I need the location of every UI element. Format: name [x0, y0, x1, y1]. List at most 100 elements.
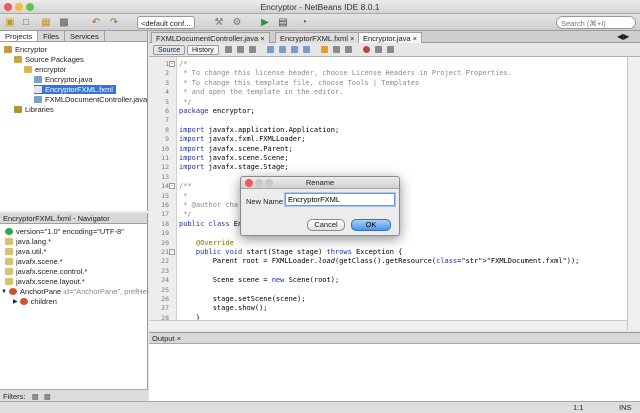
- tab-projects[interactable]: Projects: [0, 31, 39, 41]
- new-file-icon[interactable]: □: [20, 16, 32, 29]
- code-line: import javafx.fxml.FXMLLoader;: [179, 135, 306, 144]
- navigator-item[interactable]: javafx.scene.*: [5, 257, 63, 266]
- import-icon: [5, 248, 13, 255]
- save-all-icon[interactable]: ▩: [58, 16, 70, 29]
- element-icon: [8, 288, 17, 295]
- tree-item-project[interactable]: Encryptor: [4, 45, 47, 54]
- profile-icon[interactable]: ◔: [298, 16, 310, 29]
- line-number: 18: [161, 219, 169, 228]
- tab-encryptorfxml[interactable]: EncryptorFXML.fxml ×: [275, 32, 360, 43]
- code-line: import javafx.scene.Parent;: [179, 144, 293, 153]
- projects-panel: Projects Files Services Encryptor Source…: [0, 31, 148, 211]
- editor-tabs: FXMLDocumentController.java × EncryptorF…: [149, 31, 640, 43]
- tree-item-fxml-file[interactable]: EncryptorFXML.fxml: [34, 85, 116, 94]
- uncomment-icon[interactable]: [387, 46, 394, 53]
- insert-mode: INS: [619, 403, 632, 412]
- code-line: public void start(Stage stage) throws Ex…: [195, 248, 403, 256]
- expand-arrow-icon[interactable]: ▶: [13, 298, 18, 305]
- tree-item-libraries[interactable]: Libraries: [14, 105, 54, 114]
- line-number: 15: [161, 191, 169, 200]
- fold-icon[interactable]: -: [169, 61, 175, 67]
- code-line: * and open the template in the editor.: [179, 88, 344, 97]
- shift-right-icon[interactable]: [345, 46, 352, 53]
- output-panel: Output ×: [149, 332, 640, 401]
- forward-icon[interactable]: [249, 46, 256, 53]
- open-project-icon[interactable]: ▦: [40, 16, 52, 29]
- line-number: 12: [161, 163, 169, 172]
- tree-item-source-packages[interactable]: Source Packages: [14, 55, 84, 64]
- line-number: 10: [161, 144, 169, 153]
- close-tab-icon[interactable]: ×: [260, 34, 264, 43]
- package-icon: [24, 66, 32, 73]
- configuration-select[interactable]: <default conf...: [137, 16, 195, 29]
- editor-vertical-scrollbar[interactable]: [627, 57, 640, 330]
- tree-item-package[interactable]: encryptor: [24, 65, 66, 74]
- run-icon[interactable]: ▶: [259, 16, 271, 29]
- filter-icon[interactable]: ▩: [44, 392, 51, 401]
- tab-fxmldocumentcontroller[interactable]: FXMLDocumentController.java ×: [151, 32, 270, 43]
- navigator-item[interactable]: javafx.scene.control.*: [5, 267, 87, 276]
- close-panel-icon[interactable]: ×: [177, 334, 181, 343]
- debug-icon[interactable]: ▤: [277, 16, 289, 29]
- output-title: Output ×: [149, 333, 640, 344]
- back-icon[interactable]: [237, 46, 244, 53]
- cancel-button[interactable]: Cancel: [307, 219, 345, 231]
- import-icon: [5, 278, 13, 285]
- library-icon: [14, 106, 22, 113]
- history-button[interactable]: History: [187, 45, 219, 55]
- line-number: 4: [165, 88, 169, 97]
- code-line: import javafx.scene.Scene;: [179, 154, 289, 162]
- code-line: * To change this template file, choose T…: [179, 78, 420, 87]
- line-number: 14: [161, 182, 169, 191]
- find-previous-icon[interactable]: [279, 46, 286, 53]
- code-line: @Override: [195, 238, 234, 247]
- line-number: 8: [165, 125, 169, 134]
- new-project-icon[interactable]: ▣: [4, 16, 16, 29]
- tab-services[interactable]: Services: [65, 31, 105, 41]
- comment-icon[interactable]: [375, 46, 382, 53]
- navigator-item[interactable]: javafx.scene.layout.*: [5, 277, 85, 286]
- line-number: 2: [165, 69, 169, 78]
- clean-build-icon[interactable]: ⚙: [231, 16, 243, 29]
- redo-icon[interactable]: ↷: [108, 16, 120, 29]
- shift-left-icon[interactable]: [333, 46, 340, 53]
- last-edit-icon[interactable]: [225, 46, 232, 53]
- code-line: Parent root = FXMLLoader.load(getClass()…: [179, 257, 580, 266]
- tab-files[interactable]: Files: [38, 31, 65, 41]
- toggle-highlight-icon[interactable]: [303, 46, 310, 53]
- dialog-close-icon[interactable]: [245, 179, 253, 187]
- project-icon: [4, 46, 12, 53]
- navigator-item-anchorpane[interactable]: ▼ AnchorPane id="AnchorPane", prefHeight: [1, 287, 159, 296]
- tab-scroll-icon[interactable]: ◀▶: [617, 32, 629, 41]
- navigator-item[interactable]: version="1.0" encoding="UTF-8": [5, 227, 124, 236]
- navigator-item-children[interactable]: ▶ children: [13, 297, 57, 306]
- navigator-item[interactable]: java.util.*: [5, 247, 46, 256]
- toggle-bookmark-icon[interactable]: [321, 46, 328, 53]
- search-input[interactable]: Search (⌘+I): [556, 16, 636, 29]
- build-icon[interactable]: ⚒: [213, 16, 225, 29]
- tree-item-java-file[interactable]: Encryptor.java: [34, 75, 93, 84]
- navigator-item[interactable]: java.lang.*: [5, 237, 51, 246]
- tree-item-controller-file[interactable]: FXMLDocumentController.java: [34, 95, 147, 104]
- stop-macro-icon[interactable]: [363, 46, 370, 53]
- line-number: 5: [165, 97, 169, 106]
- source-button[interactable]: Source: [153, 45, 186, 55]
- line-number: 23: [161, 266, 169, 275]
- find-next-icon[interactable]: [291, 46, 298, 53]
- collapse-arrow-icon[interactable]: ▼: [1, 289, 7, 295]
- fold-icon[interactable]: -: [169, 249, 175, 255]
- line-number: 11: [161, 154, 169, 162]
- line-number: 26: [161, 295, 169, 303]
- filter-icon[interactable]: ▩: [32, 392, 39, 401]
- new-name-field[interactable]: [285, 193, 395, 206]
- projects-panel-tabs: Projects Files Services: [0, 31, 147, 42]
- fold-icon[interactable]: -: [169, 183, 175, 190]
- editor-toolbar: Source History: [149, 43, 640, 57]
- close-tab-icon[interactable]: ×: [413, 34, 417, 43]
- close-tab-icon[interactable]: ×: [350, 34, 354, 43]
- tab-encryptor-java[interactable]: Encryptor.java ×: [358, 32, 423, 43]
- find-icon[interactable]: [267, 46, 274, 53]
- editor-horizontal-scrollbar[interactable]: [149, 320, 627, 330]
- ok-button[interactable]: OK: [351, 219, 391, 231]
- undo-icon[interactable]: ↶: [90, 16, 102, 29]
